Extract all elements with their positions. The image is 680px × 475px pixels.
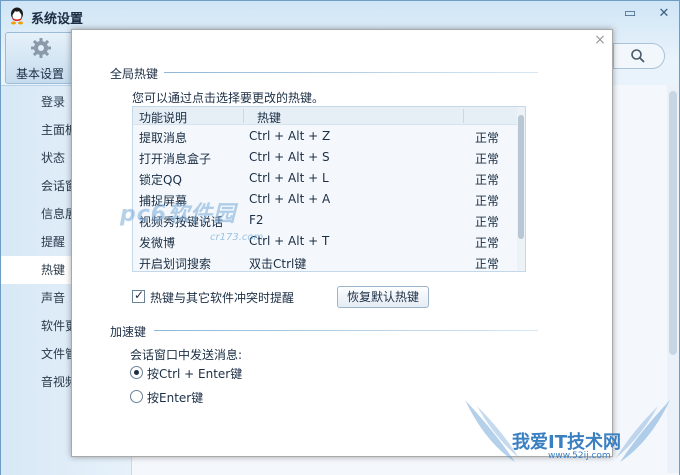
search-icon[interactable] (630, 48, 646, 64)
send-ctrl-enter-radio[interactable] (130, 366, 143, 379)
gear-icon (31, 38, 51, 58)
watermark-pc6: pc6软件园 (120, 202, 237, 227)
restore-default-hotkeys-button[interactable]: 恢复默认热键 (337, 286, 429, 308)
tab-basic-settings-label: 基本设置 (15, 67, 64, 81)
row-hotkey: 双击Ctrl键 (249, 257, 307, 271)
conflict-reminder-checkbox[interactable]: ✓ (132, 288, 145, 303)
table-row[interactable]: 发微博 Ctrl + Alt + T 正常 (133, 231, 517, 252)
row-status: 正常 (475, 194, 500, 208)
column-header-hotkey[interactable]: 热键 (257, 109, 281, 126)
table-row[interactable]: 打开消息盒子 Ctrl + Alt + S 正常 (133, 147, 517, 168)
column-separator (243, 109, 244, 123)
table-row[interactable]: 开启划词搜索 双击Ctrl键 正常 (133, 252, 517, 271)
row-status: 正常 (475, 215, 500, 229)
global-hotkeys-title: 全局热键 (110, 67, 159, 81)
table-header: 功能说明 热键 (133, 107, 517, 125)
send-ctrl-enter-label[interactable]: 按Ctrl + Enter键 (147, 365, 242, 382)
row-function: 提取消息 (139, 131, 188, 145)
watermark-52ij-url: www.52ij.com (548, 451, 611, 461)
table-row[interactable]: 提取消息 Ctrl + Alt + Z 正常 (133, 126, 517, 147)
watermark-pc6-url: cr173.com (210, 232, 264, 243)
row-function: 锁定QQ (139, 173, 182, 187)
row-hotkey: F2 (249, 213, 264, 227)
table-row[interactable]: 锁定QQ Ctrl + Alt + L 正常 (133, 168, 517, 189)
row-status: 正常 (475, 257, 500, 271)
column-header-function[interactable]: 功能说明 (139, 109, 187, 126)
send-enter-label[interactable]: 按Enter键 (147, 389, 203, 406)
radio-selected-dot (134, 370, 139, 375)
row-status: 正常 (475, 131, 500, 145)
section-divider (164, 72, 538, 73)
accelerator-description: 会话窗口中发送消息: (130, 348, 243, 362)
row-hotkey: Ctrl + Alt + Z (249, 129, 331, 143)
close-window-button[interactable]: ✕ (653, 5, 675, 23)
search-box[interactable] (613, 43, 665, 69)
content-scrollbar-thumb[interactable] (669, 91, 677, 355)
table-scrollbar-thumb[interactable] (518, 115, 524, 239)
minimize-button[interactable]: ▭ (619, 5, 641, 23)
tab-basic-settings[interactable]: 基本设置 (5, 32, 73, 84)
row-hotkey: Ctrl + Alt + L (249, 171, 329, 185)
checkmark-icon: ✓ (134, 288, 145, 302)
row-status: 正常 (475, 236, 500, 250)
conflict-reminder-label[interactable]: 热键与其它软件冲突时提醒 (150, 289, 294, 306)
row-function: 发微博 (139, 236, 176, 250)
section-divider (154, 330, 538, 331)
row-function: 打开消息盒子 (139, 152, 212, 166)
row-function: 开启划词搜索 (139, 257, 212, 271)
column-separator (463, 109, 464, 123)
send-enter-radio[interactable] (130, 390, 143, 403)
hotkey-table[interactable]: 功能说明 热键 提取消息 Ctrl + Alt + Z 正常 打开消息盒子 Ct… (132, 106, 526, 272)
title-bar[interactable]: 系统设置 ▭ ✕ (1, 1, 679, 31)
global-hotkeys-description: 您可以通过点击选择要更改的热键。 (132, 91, 325, 105)
qq-logo-icon (11, 7, 23, 25)
accelerator-title: 加速键 (110, 325, 147, 339)
dialog-close-button[interactable]: × (592, 32, 608, 48)
row-hotkey: Ctrl + Alt + S (249, 150, 330, 164)
row-status: 正常 (475, 173, 500, 187)
row-status: 正常 (475, 152, 500, 166)
window-title: 系统设置 (31, 12, 84, 27)
row-hotkey: Ctrl + Alt + A (249, 192, 331, 206)
